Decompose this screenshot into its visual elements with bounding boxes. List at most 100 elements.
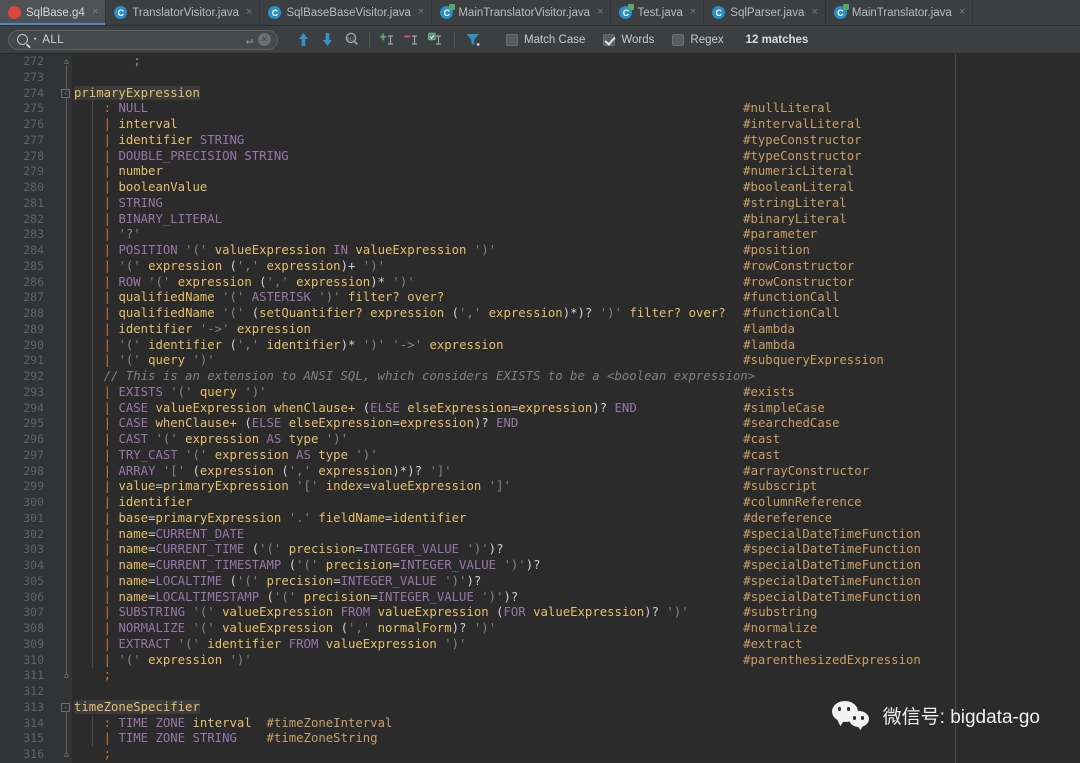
close-icon[interactable]: × [246,7,252,18]
code-token-rule: valueExpression [377,605,497,620]
code-line[interactable]: | booleanValue #booleanLiteral [74,180,1080,196]
select-all-occurrences-button[interactable]: ALL [340,29,362,51]
filter-search-results-button[interactable] [462,29,484,51]
code-token-pipe: | [103,321,119,336]
code-line[interactable] [74,684,1080,700]
code-line[interactable]: | '(' expression ')' #parenthesizedExpres… [74,653,1080,669]
code-line[interactable]: | '(' identifier (',' identifier)* ')' '… [74,338,1080,354]
code-line[interactable]: | identifier '->' expression #lambda [74,322,1080,338]
code-token-rule: valueExpression whenClause+ [155,400,363,415]
find-option-match-case[interactable]: Match Case [506,33,585,46]
code-line[interactable]: | DOUBLE_PRECISION STRING #typeConstructo… [74,149,1080,165]
code-line[interactable]: | SUBSTRING '(' valueExpression FROM val… [74,605,1080,621]
code-token-pipe: | [103,432,119,446]
code-folding-rail[interactable]: ⌂ - ⌂ - ⌂ [61,54,72,763]
code-line[interactable]: ; [74,54,1080,70]
search-input[interactable]: ▾ ALL ↵ × [8,29,278,50]
code-line[interactable]: | identifier STRING #typeConstructor [74,133,1080,149]
code-line[interactable]: | base=primaryExpression '.' fieldName=i… [74,511,1080,527]
code-line[interactable]: timeZoneSpecifier [74,699,1080,716]
code-token-str: ')' [599,306,630,320]
code-content-area[interactable]: ; primaryExpression : NULL #nullLiteral | … [72,54,1080,763]
code-token-rule: valueExpression [222,621,341,635]
code-line[interactable]: | name=LOCALTIMESTAMP ('(' precision=INT… [74,590,1080,606]
code-line[interactable]: | BINARY_LITERAL #binaryLiteral [74,212,1080,228]
checkbox-icon[interactable] [672,33,685,46]
find-option-regex[interactable]: Regex [672,33,724,46]
editor-tab-2[interactable]: C SqlBaseBaseVisitor.java × [260,0,433,25]
code-line[interactable]: | name=CURRENT_TIME ('(' precision=INTEG… [74,542,1080,558]
close-icon[interactable]: × [959,7,965,18]
editor-tab-1[interactable]: C TranslatorVisitor.java × [106,0,261,25]
code-line[interactable]: | name=CURRENT_DATE #specialDateTimeFunct… [74,527,1080,543]
search-input-value[interactable]: ALL [42,34,241,46]
code-line[interactable]: : NULL #nullLiteral [74,101,1080,117]
code-line[interactable]: | CASE whenClause+ (ELSE elseExpression=… [74,416,1080,432]
editor-tab-4[interactable]: C Test.java × [611,0,705,25]
enter-icon[interactable]: ↵ [246,33,253,47]
select-all-occurrences-in-scope-button[interactable] [425,29,447,51]
alternative-label: #cast [743,432,781,446]
java-runnable-file-icon: C [833,4,849,19]
code-token-rule: expression [185,432,267,446]
code-line[interactable]: | ROW '(' expression (',' expression)* '… [74,275,1080,291]
code-line[interactable]: | EXTRACT '(' identifier FROM valueExpre… [74,637,1080,653]
code-line[interactable]: : TIME ZONE interval #timeZoneInterval [74,716,1080,732]
code-line[interactable]: | NORMALIZE '(' valueExpression (',' nor… [74,621,1080,637]
next-occurrence-button[interactable] [316,29,338,51]
close-icon[interactable]: × [92,7,98,18]
code-line[interactable]: | qualifiedName '(' ASTERISK ')' filter?… [74,290,1080,306]
code-line[interactable]: | POSITION '(' valueExpression IN valueE… [74,243,1080,259]
code-token-op: = [155,479,163,494]
code-token-pipe: | [103,510,119,525]
editor-tab-5[interactable]: C SqlParser.java × [704,0,826,25]
code-line[interactable]: | '(' query ')' #subqueryExpression [74,353,1080,369]
code-token-rule: name [118,542,149,557]
code-line[interactable]: | number #numericLiteral [74,164,1080,180]
code-line[interactable]: | TIME ZONE STRING #timeZoneString [74,731,1080,747]
checkbox-icon[interactable] [603,33,616,46]
code-line[interactable]: | TRY_CAST '(' expression AS type ')' #ca… [74,448,1080,464]
add-selection-next-occurrence-button[interactable] [377,29,399,51]
close-icon[interactable]: × [690,7,696,18]
code-line[interactable]: | identifier #columnReference [74,495,1080,511]
editor-tab-3[interactable]: C MainTranslatorVisitor.java × [432,0,612,25]
clear-search-icon[interactable]: × [258,33,271,46]
close-icon[interactable]: × [811,7,817,18]
checkbox-icon[interactable] [506,33,518,46]
previous-occurrence-button[interactable] [292,29,314,51]
code-line[interactable]: | '(' expression (',' expression)+ ')' #r… [74,259,1080,275]
code-line[interactable]: | name=LOCALTIME ('(' precision=INTEGER_… [74,574,1080,590]
code-line[interactable]: | STRING #stringLiteral [74,196,1080,212]
close-icon[interactable]: × [418,7,424,18]
code-token-str: '(' [170,384,200,399]
code-line[interactable]: | '?' #parameter [74,227,1080,243]
code-line[interactable]: | ARRAY '[' (expression (',' expression)… [74,464,1080,480]
code-line[interactable]: | qualifiedName '(' (setQuantifier? expr… [74,306,1080,322]
indent-guide [92,101,93,669]
remove-occurrence-button[interactable] [401,29,423,51]
editor-tab-6[interactable]: C MainTranslator.java × [826,0,974,25]
code-line[interactable]: ; [74,747,1080,763]
close-icon[interactable]: × [597,7,603,18]
editor-tab-0[interactable]: SqlBase.g4 × [0,0,107,25]
code-line[interactable]: | value=primaryExpression '[' index=valu… [74,479,1080,495]
alternative-label: #numericLiteral [743,164,855,179]
code-token-rule: primaryExpression [155,510,289,525]
code-line[interactable]: | CAST '(' expression AS type ')' #cast [74,432,1080,448]
code-editor[interactable]: ⌂ - ⌂ - ⌂ 272 273 274 275 276 277 278 279 280 281 282 2… [0,54,1080,763]
line-number-gutter[interactable]: ⌂ - ⌂ - ⌂ 272 273 274 275 276 277 278 279 280 281 282 2… [0,54,72,763]
code-line[interactable]: | CASE valueExpression whenClause+ (ELSE… [74,401,1080,417]
find-option-words[interactable]: Words [603,33,654,46]
code-token-pipe: | [103,463,119,478]
code-line[interactable]: | EXISTS '(' query ')' #exists [74,385,1080,401]
code-line[interactable]: | interval #intervalLiteral [74,117,1080,133]
code-line[interactable]: primaryExpression [74,85,1080,102]
code-line[interactable] [74,70,1080,86]
search-history-chevron-down-icon[interactable]: ▾ [33,36,37,43]
code-token-op: )? [644,605,667,620]
code-line[interactable]: // This is an extension to ANSI SQL, whi… [74,369,1080,385]
code-line[interactable]: | name=CURRENT_TIMESTAMP ('(' precision=… [74,558,1080,574]
code-line[interactable]: ; [74,668,1080,684]
code-token-rule: expression [236,321,311,336]
